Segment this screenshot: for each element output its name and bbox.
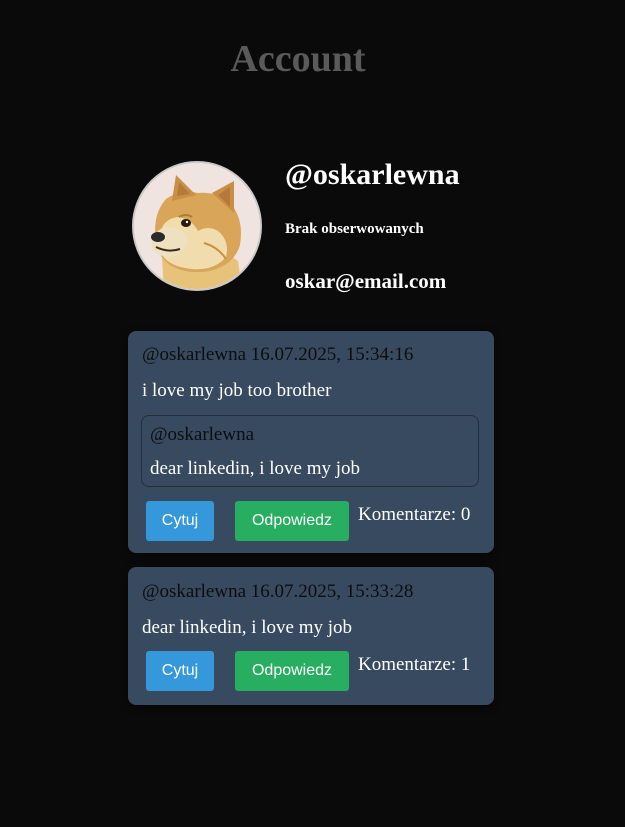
post-card: @oskarlewna 16.07.2025, 15:34:16 i love … bbox=[128, 331, 494, 553]
post-card: @oskarlewna 16.07.2025, 15:33:28 dear li… bbox=[128, 567, 494, 705]
page-title: Account bbox=[230, 38, 366, 80]
quote-button[interactable]: Cytuj bbox=[146, 501, 214, 541]
avatar bbox=[132, 161, 262, 291]
post-text: i love my job too brother bbox=[142, 380, 332, 401]
quoted-post-text: dear linkedin, i love my job bbox=[150, 458, 361, 479]
quote-button[interactable]: Cytuj bbox=[146, 651, 214, 691]
post-meta: @oskarlewna 16.07.2025, 15:33:28 bbox=[142, 581, 414, 602]
post-text: dear linkedin, i love my job bbox=[142, 617, 353, 638]
doge-avatar-icon bbox=[134, 163, 260, 289]
profile-username: @oskarlewna bbox=[285, 158, 460, 191]
profile-email: oskar@email.com bbox=[285, 269, 447, 293]
quoted-post: @oskarlewna dear linkedin, i love my job bbox=[141, 415, 479, 487]
reply-button[interactable]: Odpowiedz bbox=[235, 501, 349, 541]
comments-count[interactable]: Komentarze: 0 bbox=[358, 504, 470, 526]
comments-count[interactable]: Komentarze: 1 bbox=[358, 654, 470, 676]
following-status: Brak obserwowanych bbox=[285, 221, 424, 237]
reply-button[interactable]: Odpowiedz bbox=[235, 651, 349, 691]
quoted-post-author: @oskarlewna bbox=[150, 424, 255, 445]
post-meta: @oskarlewna 16.07.2025, 15:34:16 bbox=[142, 344, 414, 365]
